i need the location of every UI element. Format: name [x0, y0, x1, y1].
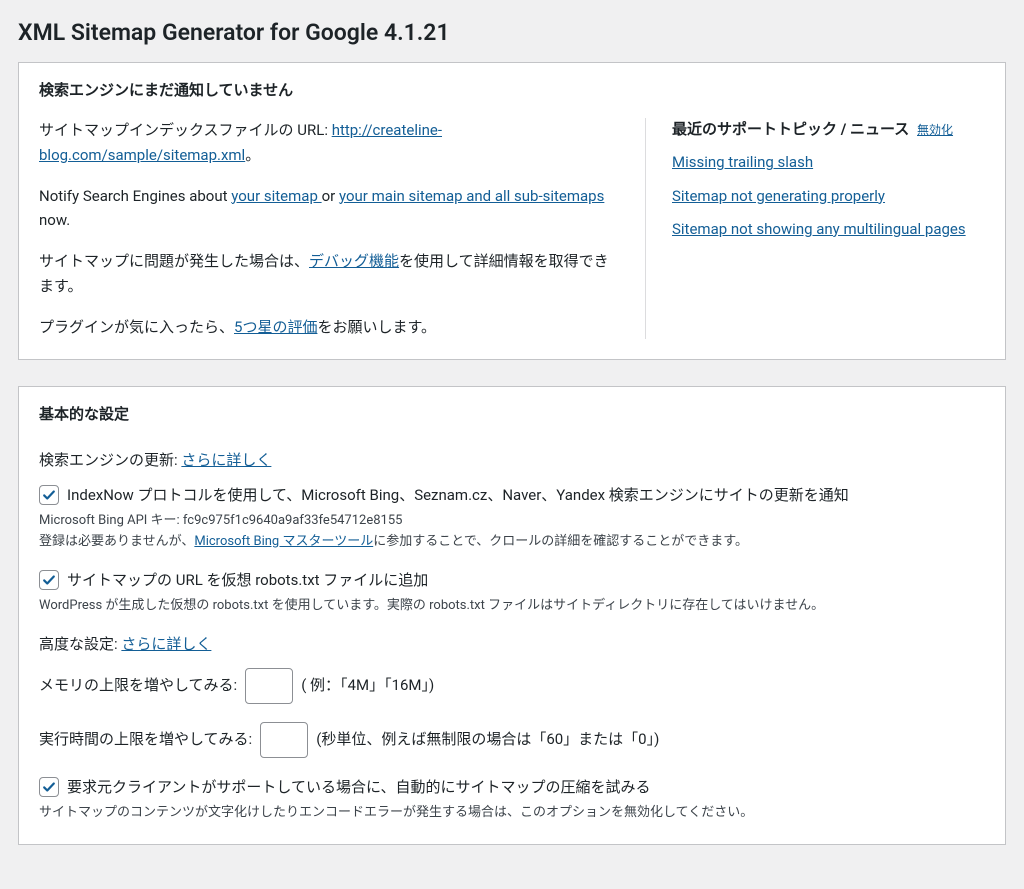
status-right-col: 最近のサポートトピック / ニュース 無効化 Missing trailing … [645, 118, 985, 339]
bing-api-note: Microsoft Bing API キー: fc9c975f1c9640a9a… [39, 511, 985, 553]
bing-note-suffix: に参加することで、クロールの詳細を確認することができます。 [373, 534, 748, 549]
basic-settings-panel: 基本的な設定 検索エンジンの更新: さらに詳しく IndexNow プロトコルを… [18, 386, 1006, 845]
rating-suffix: をお願いします。 [317, 318, 436, 336]
check-icon [42, 488, 56, 502]
sitemap-url-line: サイトマップインデックスファイルの URL: http://createline… [39, 118, 619, 168]
bing-api-key: fc9c975f1c9640a9af33fe54712e8155 [183, 513, 403, 528]
memory-row: メモリの上限を増やしてみる: ( 例：「4M」「16M」) [39, 668, 985, 704]
exec-label: 実行時間の上限を増やしてみる: [39, 728, 252, 751]
news-item-2[interactable]: Sitemap not showing any multilingual pag… [672, 220, 966, 238]
news-item-0[interactable]: Missing trailing slash [672, 153, 813, 171]
check-icon [42, 573, 56, 587]
notify-your-sitemap-link[interactable]: your sitemap [231, 187, 321, 205]
compress-note: サイトマップのコンテンツが文字化けしたりエンコードエラーが発生する場合は、このオ… [39, 803, 985, 824]
advanced-label: 高度な設定: [39, 635, 118, 653]
notify-prefix: Notify Search Engines about [39, 187, 231, 205]
compress-label: 要求元クライアントがサポートしている場合に、自動的にサイトマップの圧縮を試みる [67, 776, 651, 799]
bing-master-tool-link[interactable]: Microsoft Bing マスターツール [194, 534, 373, 549]
search-update-label: 検索エンジンの更新: [39, 451, 178, 469]
memory-input[interactable] [245, 668, 293, 704]
search-update-section: 検索エンジンの更新: さらに詳しく [39, 449, 985, 472]
notify-line: Notify Search Engines about your sitemap… [39, 184, 619, 234]
rating-line: プラグインが気に入ったら、5つ星の評価をお願いします。 [39, 315, 619, 340]
exec-hint: (秒単位、例えば無制限の場合は「60」または「0」) [316, 728, 659, 751]
robots-label: サイトマップの URL を仮想 robots.txt ファイルに追加 [67, 569, 428, 592]
page-title: XML Sitemap Generator for Google 4.1.21 [18, 0, 1006, 62]
news-disable-link[interactable]: 無効化 [917, 123, 953, 137]
debug-line: サイトマップに問題が発生した場合は、デバッグ機能を使用して詳細情報を取得できます… [39, 249, 619, 299]
news-item-1[interactable]: Sitemap not generating properly [672, 187, 885, 205]
memory-hint: ( 例：「4M」「16M」) [301, 674, 434, 697]
news-heading: 最近のサポートトピック / ニュース 無効化 [672, 118, 985, 141]
advanced-section: 高度な設定: さらに詳しく [39, 633, 985, 656]
indexnow-label: IndexNow プロトコルを使用して、Microsoft Bing、Sezna… [67, 484, 849, 507]
rating-prefix: プラグインが気に入ったら、 [39, 318, 234, 336]
check-icon [42, 780, 56, 794]
bing-note-prefix: 登録は必要ありませんが、 [39, 534, 194, 549]
memory-label: メモリの上限を増やしてみる: [39, 674, 237, 697]
news-heading-text: 最近のサポートトピック / ニュース [672, 120, 909, 138]
debug-prefix: サイトマップに問題が発生した場合は、 [39, 252, 309, 270]
notify-or: or [322, 187, 339, 205]
notify-suffix: now. [39, 211, 70, 229]
compress-checkbox[interactable] [39, 777, 59, 797]
basic-settings-title: 基本的な設定 [19, 387, 1005, 436]
bing-api-prefix: Microsoft Bing API キー: [39, 513, 183, 528]
sitemap-url-prefix: サイトマップインデックスファイルの URL: [39, 121, 332, 139]
news-list: Missing trailing slash Sitemap not gener… [672, 151, 985, 241]
exec-input[interactable] [260, 722, 308, 758]
indexnow-checkbox[interactable] [39, 485, 59, 505]
search-update-learn-more-link[interactable]: さらに詳しく [181, 451, 271, 469]
status-panel-title: 検索エンジンにまだ通知していません [19, 63, 1005, 112]
debug-link[interactable]: デバッグ機能 [309, 252, 399, 270]
robots-checkbox[interactable] [39, 570, 59, 590]
rating-link[interactable]: 5つ星の評価 [234, 318, 317, 336]
notify-main-sitemap-link[interactable]: your main sitemap and all sub-sitemaps [339, 187, 604, 205]
status-left-col: サイトマップインデックスファイルの URL: http://createline… [39, 118, 645, 339]
exec-row: 実行時間の上限を増やしてみる: (秒単位、例えば無制限の場合は「60」または「0… [39, 722, 985, 758]
advanced-learn-more-link[interactable]: さらに詳しく [121, 635, 211, 653]
status-panel: 検索エンジンにまだ通知していません サイトマップインデックスファイルの URL:… [18, 62, 1006, 361]
robots-note: WordPress が生成した仮想の robots.txt を使用しています。実… [39, 596, 985, 617]
sitemap-url-suffix: 。 [245, 146, 260, 164]
